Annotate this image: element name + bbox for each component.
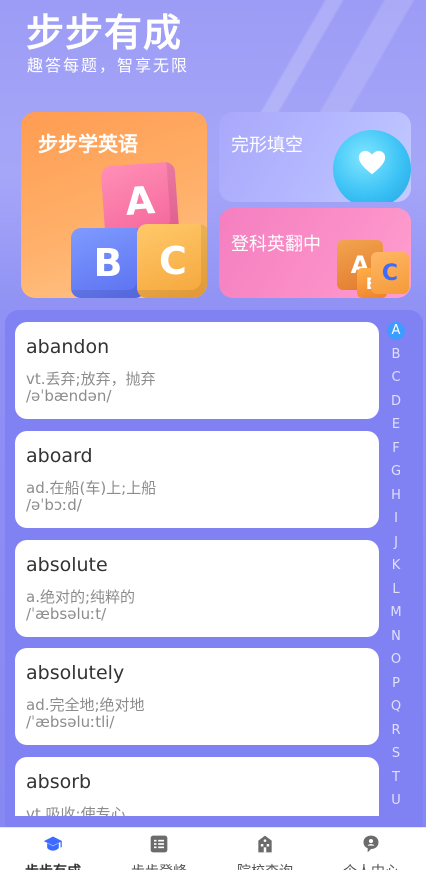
cloze-title: 完形填空	[231, 135, 303, 156]
index-letter-o[interactable]: O	[387, 651, 405, 669]
index-letter-e[interactable]: E	[387, 416, 405, 434]
index-letter-b[interactable]: B	[387, 346, 405, 364]
index-letter-q[interactable]: Q	[387, 698, 405, 716]
learn-english-title: 步步学英语	[38, 132, 138, 156]
word-text: aboard	[26, 445, 93, 467]
hero-decoration	[206, 0, 426, 130]
index-letter-i[interactable]: I	[387, 510, 405, 528]
index-letter-h[interactable]: H	[387, 487, 405, 505]
small-block-c: C	[371, 252, 409, 294]
tab-home[interactable]: 步步有成	[0, 828, 106, 870]
word-meaning: a.绝对的;纯粹的	[26, 588, 136, 606]
word-item[interactable]: abandon vt.丢弃;放弃，抛弃 /əˈbændən/	[15, 322, 379, 419]
word-item[interactable]: absorb vt.吸收;使专心	[15, 757, 379, 816]
tab-profile-label: 个人中心	[318, 861, 424, 870]
word-phonetic: /ˈæbsəluːtli/	[26, 713, 115, 731]
learn-english-card[interactable]: 步步学英语 A B C	[21, 112, 207, 298]
word-meaning: vt.吸收;使专心	[26, 805, 126, 816]
index-letter-k[interactable]: K	[387, 557, 405, 575]
cloze-card[interactable]: 完形填空	[219, 112, 411, 202]
translate-card[interactable]: 登科英翻中 A B C	[219, 208, 411, 298]
index-letter-n[interactable]: N	[387, 628, 405, 646]
app-root: 步步有成 趣答每题，智享无限 步步学英语 A B C 完形填空 登科英翻中 A …	[0, 0, 426, 870]
index-letter-l[interactable]: L	[387, 581, 405, 599]
tab-climb[interactable]: 步步登峰	[106, 828, 212, 870]
list-icon	[150, 835, 168, 853]
heart-bubble-illustration	[333, 130, 411, 202]
index-letter-j[interactable]: J	[387, 534, 405, 552]
heart-icon	[358, 150, 386, 175]
word-text: abandon	[26, 336, 110, 358]
tab-home-label: 步步有成	[0, 861, 106, 870]
word-item[interactable]: absolute a.绝对的;纯粹的 /ˈæbsəluːt/	[15, 540, 379, 637]
graduation-cap-icon	[43, 836, 63, 851]
word-phonetic: /əˈbændən/	[26, 387, 112, 405]
word-meaning: ad.完全地;绝对地	[26, 696, 145, 714]
tab-profile[interactable]: 个人中心	[318, 828, 424, 870]
page-title: 步步有成	[26, 11, 183, 55]
index-letter-u[interactable]: U	[387, 792, 405, 810]
word-text: absolutely	[26, 662, 125, 684]
word-meaning: ad.在船(车)上;上船	[26, 479, 157, 497]
word-meaning: vt.丢弃;放弃，抛弃	[26, 370, 156, 388]
bottom-tab-bar: 步步有成 步步登峰 院校查询	[0, 827, 426, 870]
block-c: C	[137, 224, 207, 298]
user-bubble-icon	[363, 835, 379, 853]
page-subtitle: 趣答每题，智享无限	[27, 56, 190, 75]
translate-title: 登科英翻中	[231, 234, 321, 255]
tab-climb-label: 步步登峰	[106, 861, 212, 870]
index-letter-s[interactable]: S	[387, 745, 405, 763]
index-letter-f[interactable]: F	[387, 440, 405, 458]
tab-school-label: 院校查询	[212, 861, 318, 870]
word-phonetic: /ˈæbsəluːt/	[26, 605, 107, 623]
index-letter-r[interactable]: R	[387, 722, 405, 740]
word-item[interactable]: aboard ad.在船(车)上;上船 /əˈbɔːd/	[15, 431, 379, 528]
block-b: B	[71, 228, 145, 298]
index-letter-g[interactable]: G	[387, 463, 405, 481]
word-text: absorb	[26, 771, 92, 793]
tab-school[interactable]: 院校查询	[212, 828, 318, 870]
index-letter-d[interactable]: D	[387, 393, 405, 411]
alphabet-index[interactable]: A B C D E F G H I J K L M N O P Q R S T …	[387, 322, 407, 816]
index-letter-m[interactable]: M	[387, 604, 405, 622]
index-letter-t[interactable]: T	[387, 769, 405, 787]
index-letter-c[interactable]: C	[387, 369, 405, 387]
index-letter-p[interactable]: P	[387, 675, 405, 693]
word-text: absolute	[26, 554, 108, 576]
word-list[interactable]: abandon vt.丢弃;放弃，抛弃 /əˈbændən/ aboard ad…	[15, 322, 379, 816]
word-item[interactable]: absolutely ad.完全地;绝对地 /ˈæbsəluːtli/	[15, 648, 379, 745]
school-building-icon	[258, 835, 272, 853]
index-letter-a[interactable]: A	[387, 322, 405, 340]
word-phonetic: /əˈbɔːd/	[26, 496, 82, 514]
